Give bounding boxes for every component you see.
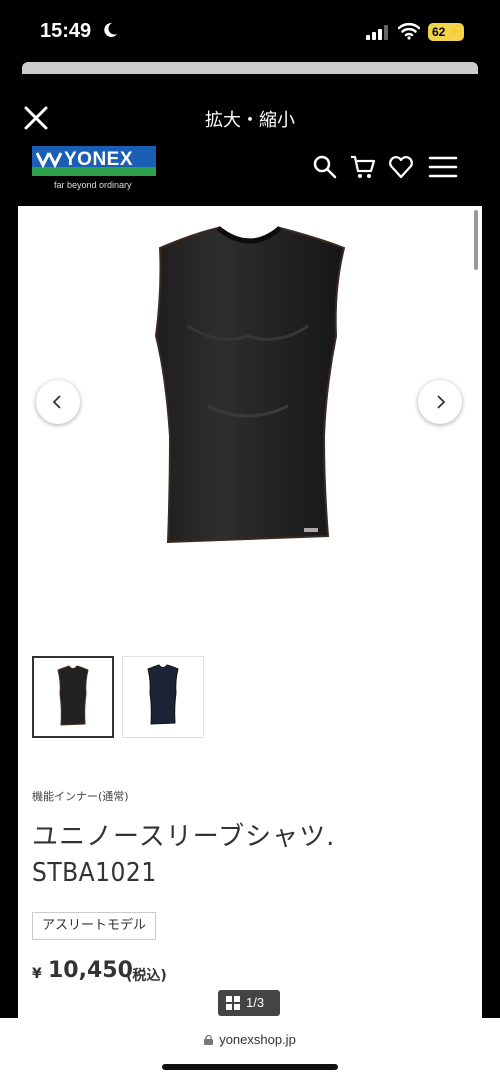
home-indicator: [162, 1064, 338, 1070]
chevron-left-icon: [52, 395, 61, 409]
cart-icon[interactable]: [350, 154, 376, 180]
status-time: 15:49: [40, 20, 92, 42]
product-category[interactable]: 機能インナー(通常): [32, 788, 129, 804]
thumbnail-black-image: [57, 665, 89, 726]
product-name: ユニノースリーブシャツ.: [32, 822, 336, 852]
product-tag: アスリートモデル: [32, 912, 157, 940]
moon-icon: [104, 22, 117, 37]
signal-icon: [366, 25, 388, 40]
lock-icon: [204, 1035, 214, 1045]
sheet-background: [22, 62, 478, 74]
yonex-logo[interactable]: YONEX: [32, 146, 156, 176]
thumbnail-navy[interactable]: [122, 656, 204, 738]
site-header: YONEX far beyond ordinary: [18, 146, 482, 206]
page-indicator[interactable]: 1/3: [218, 990, 280, 1016]
logo-text: YONEX: [64, 149, 134, 170]
wifi-icon: [398, 23, 420, 40]
page-indicator-text: 1/3: [246, 995, 265, 1010]
prev-image-button[interactable]: [36, 380, 80, 424]
product-price: 10,450: [48, 958, 133, 983]
product-main-image: [154, 226, 346, 544]
status-bar: 15:49 62 ⚡: [0, 0, 500, 62]
heart-icon[interactable]: [388, 154, 414, 180]
product-code: STBA1021: [32, 858, 157, 888]
thumbnail-navy-image: [147, 664, 179, 725]
price-currency: ¥: [32, 966, 42, 982]
menu-icon[interactable]: [428, 154, 458, 180]
viewer-header: 拡大・縮小: [0, 96, 500, 146]
search-icon[interactable]: [312, 154, 338, 180]
next-image-button[interactable]: [418, 380, 462, 424]
viewer-title: 拡大・縮小: [205, 110, 295, 131]
charging-icon: ⚡: [447, 26, 461, 38]
product-page: 機能インナー(通常) ユニノースリーブシャツ. STBA1021 アスリートモデ…: [18, 206, 482, 1018]
thumbnail-black[interactable]: [32, 656, 114, 738]
yonex-mark-icon: [36, 152, 62, 168]
price-tax-label: (税込): [126, 968, 167, 984]
battery-indicator: 62 ⚡: [428, 23, 464, 41]
battery-level: 62: [432, 25, 446, 39]
url-field[interactable]: yonexshop.jp: [0, 1032, 500, 1047]
browser-bottom-bar: yonexshop.jp: [0, 1018, 500, 1080]
grid-icon: [226, 996, 240, 1010]
url-text: yonexshop.jp: [219, 1032, 296, 1047]
logo-tagline: far beyond ordinary: [54, 180, 132, 190]
chevron-right-icon: [437, 395, 446, 409]
